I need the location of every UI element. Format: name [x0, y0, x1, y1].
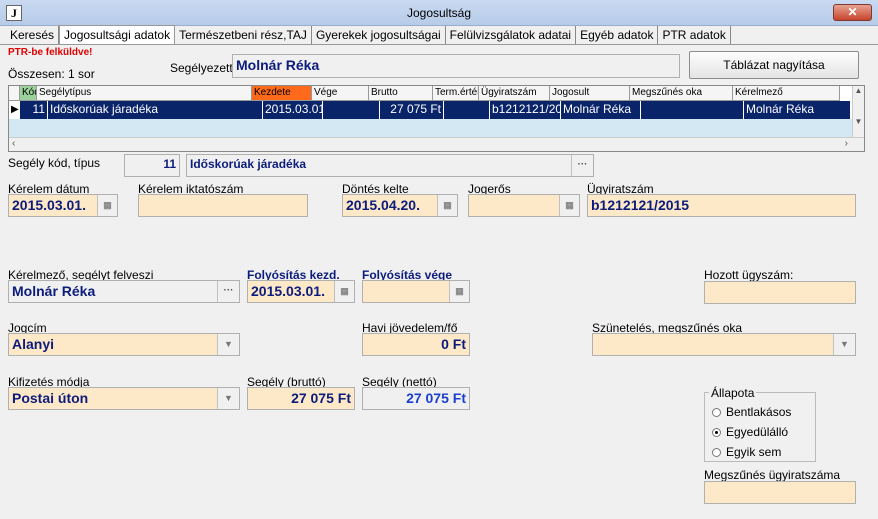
col-vege[interactable]: Vége — [312, 86, 369, 101]
tab-ptr[interactable]: PTR adatok — [658, 26, 731, 45]
window-title: Jogosultság — [406, 6, 472, 20]
allapota-label: Állapota — [709, 386, 757, 400]
table-header: Kódja Segélytípus Kezdete Vége Brutto Te… — [9, 86, 840, 101]
cell-kezdete[interactable]: 2015.03.01 — [263, 101, 323, 119]
megszunes-label: Megszűnés ügyiratszáma — [704, 468, 841, 482]
scroll-right-icon[interactable]: › — [845, 138, 848, 149]
hozott-ugyszam-field[interactable] — [704, 281, 856, 304]
scroll-left-icon[interactable]: ‹ — [12, 138, 15, 149]
calendar-icon[interactable]: ▦ — [97, 195, 117, 216]
hozott-ugyszam-label: Hozott ügyszám: — [704, 268, 794, 282]
kerelmezo-value: Molnár Réka — [12, 283, 96, 299]
chevron-down-icon[interactable]: ▼ — [833, 334, 855, 355]
tab-bar: Keresés Jogosultsági adatok Természetben… — [6, 25, 731, 45]
ptr-status: PTR-be felküldve! — [8, 47, 93, 58]
cell-ugyiratszam[interactable]: b1212121/2015 — [490, 101, 561, 119]
kifizetes-select[interactable]: Postai úton ▼ — [8, 387, 240, 410]
dontes-kelte-value: 2015.04.20. — [346, 197, 420, 213]
segely-tipus-lookup-button[interactable]: ··· — [571, 155, 593, 176]
calendar-icon[interactable]: ▦ — [437, 195, 457, 216]
jogcim-select[interactable]: Alanyi ▼ — [8, 333, 240, 356]
col-kodja[interactable]: Kódja — [20, 86, 37, 101]
col-jogosult[interactable]: Jogosult — [550, 86, 630, 101]
cell-megszunes-oka[interactable] — [641, 101, 744, 119]
cell-vege[interactable] — [323, 101, 380, 119]
calendar-icon[interactable]: ▦ — [449, 281, 469, 302]
col-term-ertek[interactable]: Term.érték — [433, 86, 479, 101]
horizontal-scrollbar[interactable]: ‹ › — [9, 137, 864, 151]
tab-panel-border — [0, 44, 878, 45]
cell-kerelmezo[interactable]: Molnár Réka — [744, 101, 851, 119]
benefits-table[interactable]: Kódja Segélytípus Kezdete Vége Brutto Te… — [8, 85, 865, 152]
col-kerelmezo[interactable]: Kérelmező — [733, 86, 840, 101]
tab-termeszetbeni[interactable]: Természetbeni rész,TAJ — [175, 26, 312, 45]
radio-egyedulallo[interactable]: Egyedülálló — [712, 425, 788, 439]
radio-icon[interactable] — [712, 448, 721, 457]
calendar-icon[interactable]: ▦ — [559, 195, 579, 216]
folyositas-kezd-value: 2015.03.01. — [251, 283, 325, 299]
col-brutto[interactable]: Brutto — [369, 86, 433, 101]
cell-kodja[interactable]: 11 — [20, 101, 48, 119]
table-row[interactable]: ▶ 11 Időskorúak járadéka 2015.03.01 27 0… — [9, 101, 851, 119]
kifizetes-value: Postai úton — [12, 390, 89, 406]
segely-netto-field: 27 075 Ft — [362, 387, 470, 410]
col-kezdete[interactable]: Kezdete — [252, 86, 312, 101]
szunetel-select[interactable]: ▼ — [592, 333, 856, 356]
radio-label: Bentlakásos — [726, 405, 792, 419]
tab-gyerekek[interactable]: Gyerekek jogosultságai — [311, 26, 446, 45]
cell-segelytipus[interactable]: Időskorúak járadéka — [48, 101, 263, 119]
ugyiratszam-field[interactable]: b1212121/2015 — [587, 194, 856, 217]
row-count: Összesen: 1 sor — [8, 67, 95, 81]
radio-label: Egyik sem — [726, 445, 782, 459]
radio-bentlakasos[interactable]: Bentlakásos — [712, 405, 791, 419]
cell-brutto[interactable]: 27 075 Ft — [380, 101, 444, 119]
vertical-scrollbar[interactable]: ▲ ▼ — [852, 86, 864, 137]
col-ugyiratszam[interactable]: Ügyiratszám — [479, 86, 550, 101]
tab-egyeb[interactable]: Egyéb adatok — [576, 26, 659, 45]
close-button[interactable]: ✕ — [833, 4, 872, 21]
tab-kereses[interactable]: Keresés — [6, 26, 60, 45]
segely-kod-label: Segély kód, típus — [8, 156, 101, 170]
kerelem-datum-field[interactable]: 2015.03.01. ▦ — [8, 194, 118, 217]
radio-label: Egyedülálló — [726, 425, 789, 439]
segely-tipus-value: Időskorúak járadéka — [190, 157, 307, 171]
folyositas-vege-field[interactable]: ▦ — [362, 280, 470, 303]
jogeros-field[interactable]: ▦ — [468, 194, 580, 217]
folyositas-kezd-field[interactable]: 2015.03.01. ▦ — [247, 280, 355, 303]
segelyezett-field: Molnár Réka — [232, 54, 680, 78]
cell-term-ertek[interactable] — [444, 101, 490, 119]
row-indicator-header — [9, 86, 20, 101]
chevron-down-icon[interactable]: ▼ — [217, 334, 239, 355]
tab-jogosultsagi-adatok[interactable]: Jogosultsági adatok — [59, 25, 176, 45]
segely-tipus-field[interactable]: Időskorúak járadéka ··· — [186, 154, 594, 177]
dontes-kelte-field[interactable]: 2015.04.20. ▦ — [342, 194, 458, 217]
havi-jovedelem-field[interactable]: 0 Ft — [362, 333, 470, 356]
cell-jogosult[interactable]: Molnár Réka — [561, 101, 641, 119]
chevron-down-icon[interactable]: ▼ — [217, 388, 239, 409]
radio-icon[interactable] — [712, 408, 721, 417]
table-empty-area — [9, 119, 854, 137]
enlarge-table-button[interactable]: Táblázat nagyítása — [689, 51, 859, 79]
segely-kod-field: 11 — [124, 154, 180, 177]
col-megszunes-oka[interactable]: Megszűnés oka — [630, 86, 733, 101]
tab-felulvizsgalatok[interactable]: Felülvizsgálatok adatai — [445, 26, 577, 45]
jogcim-value: Alanyi — [12, 336, 55, 352]
scroll-down-icon[interactable]: ▼ — [853, 117, 864, 126]
kerelmezo-field[interactable]: Molnár Réka ··· — [8, 280, 240, 303]
kerelem-datum-value: 2015.03.01. — [12, 197, 86, 213]
col-segelytipus[interactable]: Segélytípus — [37, 86, 252, 101]
calendar-icon[interactable]: ▦ — [334, 281, 354, 302]
row-pointer-icon: ▶ — [9, 101, 20, 119]
kerelmezo-lookup-button[interactable]: ··· — [217, 281, 239, 302]
megszunes-field[interactable] — [704, 481, 856, 504]
segelyezett-label: Segélyezett — [170, 61, 233, 75]
radio-selected-icon[interactable] — [712, 428, 721, 437]
radio-egyik-sem[interactable]: Egyik sem — [712, 445, 781, 459]
kerelem-iktatoszam-field[interactable] — [138, 194, 308, 217]
segely-brutto-field[interactable]: 27 075 Ft — [247, 387, 355, 410]
scroll-up-icon[interactable]: ▲ — [853, 86, 864, 95]
